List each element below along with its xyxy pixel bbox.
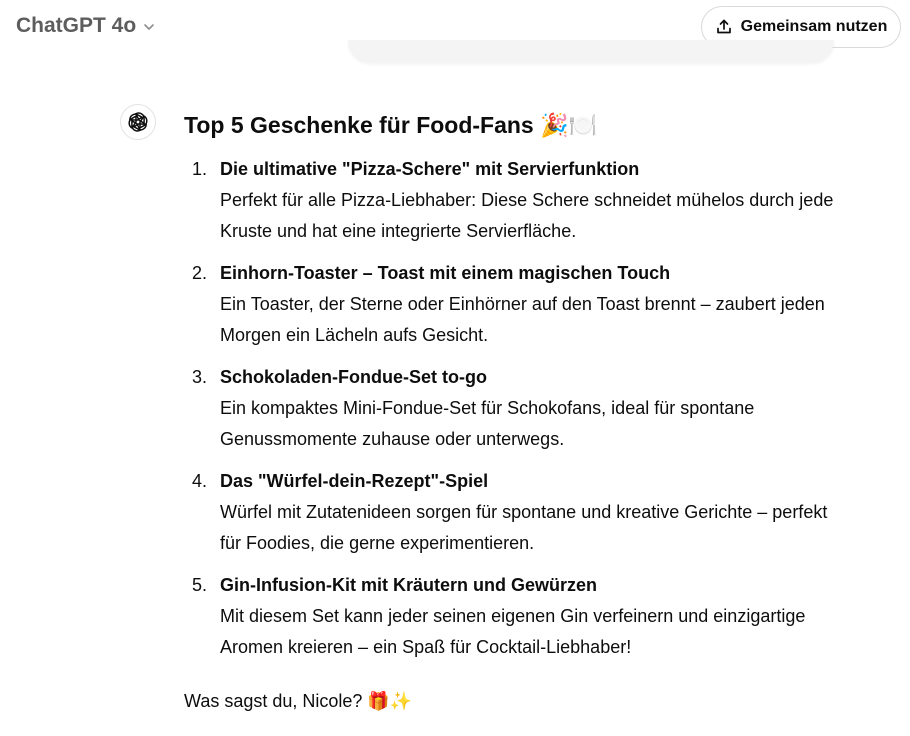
closing-line: Was sagst du, Nicole? 🎁✨ bbox=[184, 691, 413, 711]
list-item-description: Mit diesem Set kann jeder seinen eigenen… bbox=[220, 606, 806, 657]
list-item-number: 5. bbox=[192, 575, 208, 595]
list-item-title: Einhorn-Toaster – Toast mit einem magisc… bbox=[220, 263, 671, 283]
model-selector[interactable]: ChatGPT 4o bbox=[16, 14, 156, 38]
openai-logo-icon bbox=[127, 111, 149, 133]
list-item-description: Ein kompaktes Mini-Fondue-Set für Schoko… bbox=[220, 398, 755, 449]
model-name: ChatGPT 4o bbox=[16, 14, 137, 37]
list-item-description: Perfekt für alle Pizza-Liebhaber: Diese … bbox=[220, 190, 834, 241]
message-title: Top 5 Geschenke für Food-Fans 🎉🍽️ bbox=[184, 112, 598, 138]
list-item-number: 3. bbox=[192, 367, 208, 387]
list-item-title: Die ultimative "Pizza-Schere" mit Servie… bbox=[220, 159, 640, 179]
list-item-title: Schokoladen-Fondue-Set to-go bbox=[220, 367, 487, 387]
share-button-label: Gemeinsam nutzen bbox=[740, 18, 888, 35]
list-item-title: Das "Würfel-dein-Rezept"-Spiel bbox=[220, 471, 489, 491]
list-item-description: Würfel mit Zutatenideen sorgen für spont… bbox=[220, 502, 828, 553]
list-item-number: 4. bbox=[192, 471, 208, 491]
previous-user-message bbox=[348, 40, 834, 62]
assistant-avatar bbox=[120, 104, 156, 140]
share-icon bbox=[716, 19, 731, 34]
list-item-number: 2. bbox=[192, 263, 208, 283]
list-item-number: 1. bbox=[192, 159, 208, 179]
list-item-title: Gin-Infusion-Kit mit Kräutern und Gewürz… bbox=[220, 575, 597, 595]
list-item-description: Ein Toaster, der Sterne oder Einhörner a… bbox=[220, 294, 825, 345]
chevron-down-icon bbox=[144, 24, 154, 30]
